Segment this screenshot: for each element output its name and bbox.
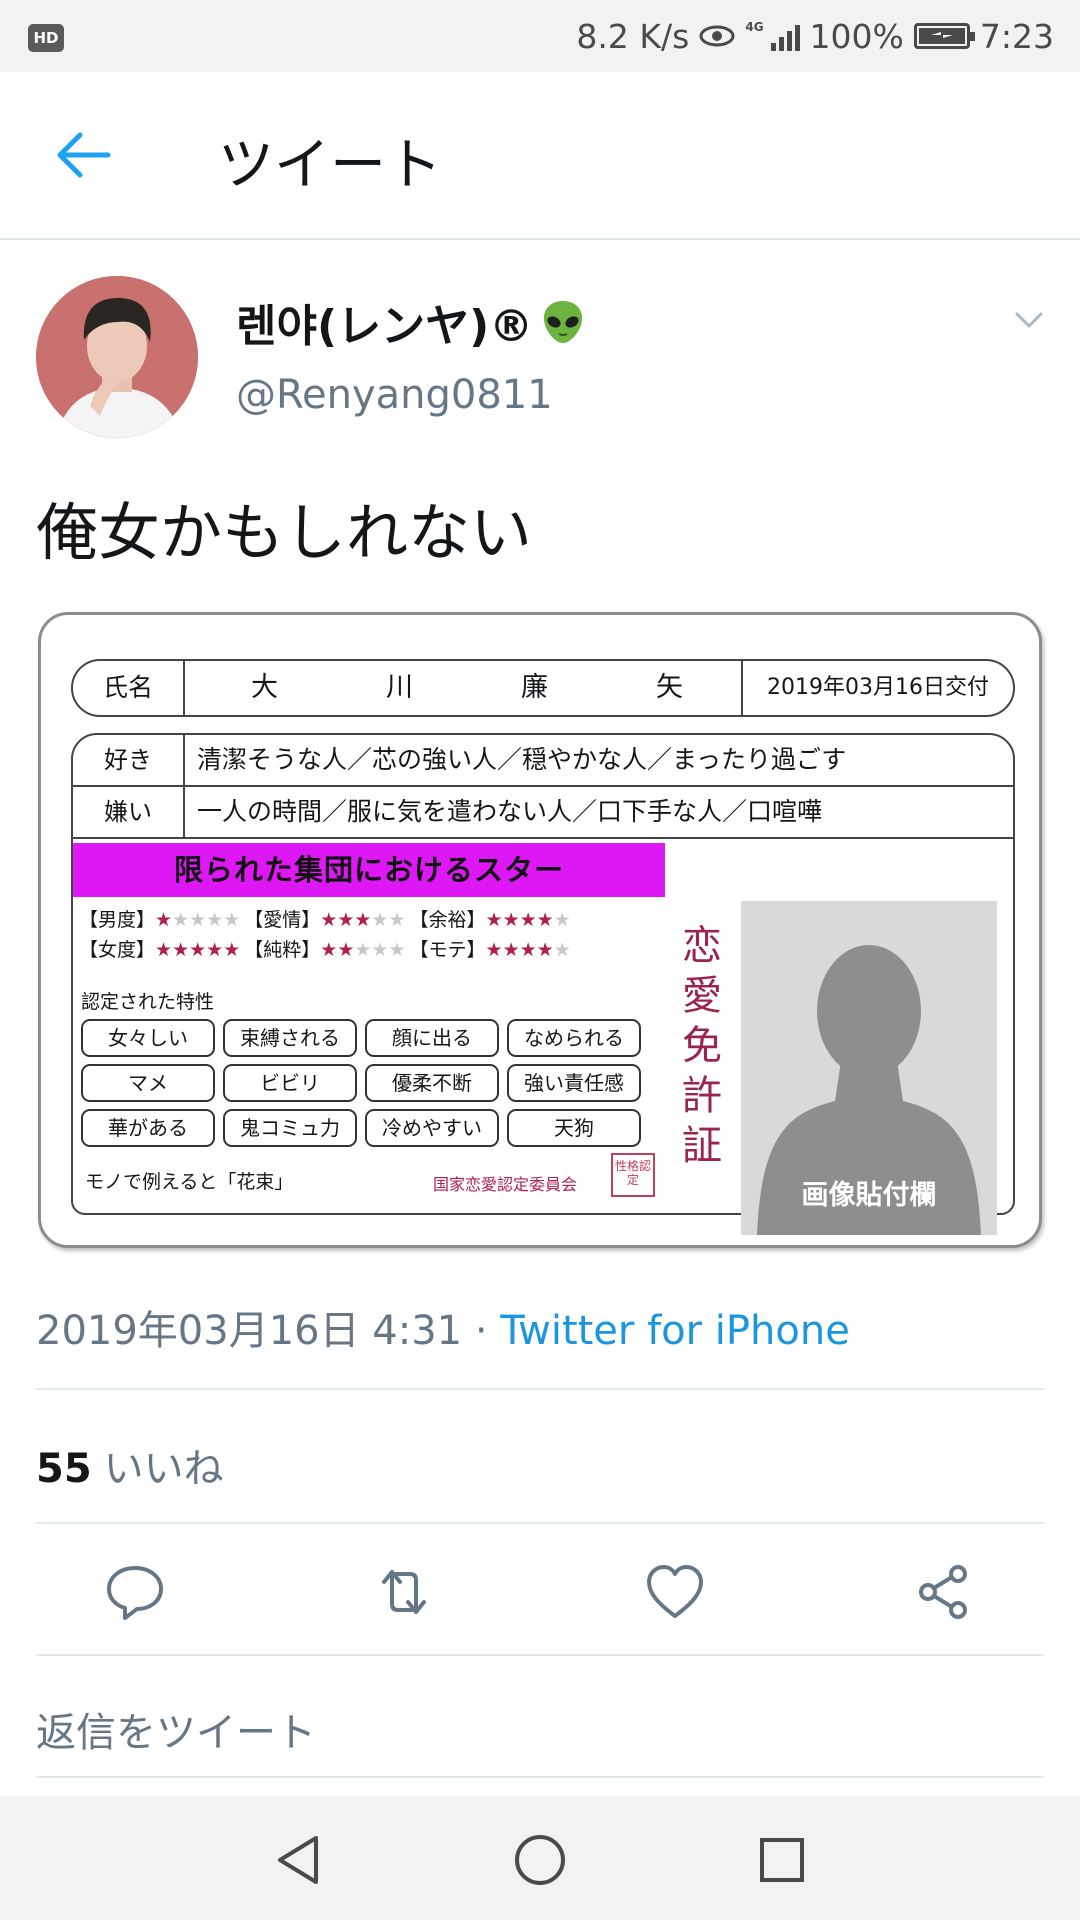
rating-item: 【純粋】★★★★★: [244, 935, 405, 965]
reply-input[interactable]: 返信をツイート: [36, 1700, 316, 1758]
rating-stars: ★★★★★: [320, 939, 406, 961]
back-arrow-icon[interactable]: [56, 130, 112, 180]
dislikes-row: 嫌い 一人の時間／服に気を遣わない人／口下手な人／口喧嘩: [73, 787, 1013, 839]
rating-stars: ★★★★★: [155, 909, 241, 931]
photo-label: 画像貼付欄: [801, 1180, 937, 1211]
rating-item: 【愛情】★★★★★: [244, 905, 405, 935]
eye-comfort-icon: [699, 25, 735, 47]
rating-label: 【女度】: [79, 939, 156, 961]
issue-date: 2019年03月16日交付: [741, 661, 1013, 715]
heart-icon[interactable]: [643, 1560, 707, 1624]
rating-label: 【男度】: [79, 909, 156, 931]
trait-tag: 強い責任感: [507, 1064, 641, 1102]
signal-icon: 4G: [745, 21, 800, 51]
app-bar: ツイート: [0, 72, 1080, 240]
rating-label: 【モテ】: [409, 939, 486, 961]
rating-stars: ★★★★★: [155, 939, 241, 961]
trait-tag: 束縛される: [223, 1019, 357, 1057]
meta-separator: ·: [474, 1308, 488, 1354]
navigation-bar: [0, 1796, 1080, 1920]
nav-back-icon[interactable]: [270, 1832, 326, 1888]
traits-label: 認定された特性: [81, 991, 215, 1013]
trait-tag: ビビリ: [223, 1064, 357, 1102]
tweet-text: 俺女かもしれない: [36, 496, 533, 569]
clock: 7:23: [979, 16, 1054, 56]
rating-label: 【愛情】: [244, 909, 321, 931]
divider: [36, 1522, 1044, 1524]
trait-tag: 鬼コミュ力: [223, 1109, 357, 1147]
retweet-icon[interactable]: [372, 1560, 436, 1624]
photo-placeholder: 画像貼付欄: [741, 901, 997, 1235]
battery-icon: [913, 23, 975, 49]
trait-tag: 華がある: [81, 1109, 215, 1147]
rating-label: 【純粋】: [244, 939, 321, 961]
likes-label: 好き: [73, 735, 185, 785]
license-body: 好き 清潔そうな人／芯の強い人／穏やかな人／まったり過ごす 嫌い 一人の時間／服…: [71, 733, 1015, 1235]
likes-row: 好き 清潔そうな人／芯の強い人／穏やかな人／まったり過ごす: [73, 735, 1013, 787]
nav-recents-icon[interactable]: [754, 1832, 810, 1888]
trait-tag: 優柔不断: [365, 1064, 499, 1102]
mono-example: モノで例えると「花束」: [85, 1171, 294, 1193]
trait-tag: マメ: [81, 1064, 215, 1102]
trait-tag: 女々しい: [81, 1019, 215, 1057]
rating-item: 【モテ】★★★★★: [410, 935, 571, 965]
tweet-source-link[interactable]: Twitter for iPhone: [500, 1308, 850, 1354]
nav-home-icon[interactable]: [512, 1832, 568, 1888]
status-bar-right: 8.2 K/s 4G 100% 7:23: [566, 16, 1054, 56]
license-card: 氏名 大 川 廉 矢 2019年03月16日交付 好き 清潔そうな人／芯の強い人…: [71, 645, 1015, 1235]
divider: [36, 1388, 1044, 1390]
battery-percent: 100%: [809, 16, 904, 56]
name-label: 氏名: [73, 661, 185, 715]
page-title: ツイート: [218, 133, 442, 198]
rating-item: 【余裕】★★★★★: [410, 905, 571, 935]
chevron-down-icon[interactable]: [1014, 310, 1044, 330]
network-speed: 8.2 K/s: [576, 16, 690, 56]
rating-label: 【余裕】: [409, 909, 486, 931]
rating-stars: ★★★★★: [485, 939, 571, 961]
dislikes-label: 嫌い: [73, 787, 185, 837]
divider: [36, 1654, 1044, 1656]
likes-count: 55: [36, 1446, 92, 1492]
trait-tag: なめられる: [507, 1019, 641, 1057]
name-row: 氏名 大 川 廉 矢 2019年03月16日交付: [71, 659, 1015, 717]
display-name[interactable]: 렌야(レンヤ)®: [236, 290, 587, 354]
likes-stat[interactable]: 55 いいね: [36, 1436, 224, 1494]
tweet-image[interactable]: 氏名 大 川 廉 矢 2019年03月16日交付 好き 清潔そうな人／芯の強い人…: [38, 612, 1042, 1248]
committee-name: 国家恋愛認定委員会: [433, 1175, 578, 1194]
ratings-row-2: 【女度】★★★★★ 【純粋】★★★★★ 【モテ】★★★★★: [79, 935, 575, 965]
rating-item: 【男度】★★★★★: [79, 905, 240, 935]
hd-badge: HD: [28, 24, 64, 52]
vertical-title: 恋 愛 免 許 証: [682, 923, 722, 1169]
status-bar: HD 8.2 K/s 4G 100% 7:23: [0, 0, 1080, 72]
tweet-timestamp: 2019年03月16日 4:31 · Twitter for iPhone: [36, 1298, 850, 1356]
tweet-actions: [0, 1560, 1080, 1632]
trait-tag: 顔に出る: [365, 1019, 499, 1057]
avatar[interactable]: [36, 276, 198, 438]
likes-label: いいね: [103, 1446, 224, 1492]
rating-stars: ★★★★★: [485, 909, 571, 931]
reply-icon[interactable]: [103, 1560, 167, 1624]
rating-stars: ★★★★★: [320, 909, 406, 931]
name-value: 大 川 廉 矢: [251, 672, 683, 703]
rating-item: 【女度】★★★★★: [79, 935, 240, 965]
likes-value: 清潔そうな人／芯の強い人／穏やかな人／まったり過ごす: [197, 745, 847, 774]
divider: [36, 1776, 1044, 1778]
tweet-date: 2019年03月16日 4:31: [36, 1308, 463, 1354]
ratings-row-1: 【男度】★★★★★ 【愛情】★★★★★ 【余裕】★★★★★: [79, 905, 575, 935]
dislikes-value: 一人の時間／服に気を遣わない人／口下手な人／口喧嘩: [197, 797, 823, 826]
user-handle[interactable]: @Renyang0811: [236, 372, 553, 418]
title-banner: 限られた集団におけるスター: [73, 843, 665, 897]
seal-stamp: 性格認定: [611, 1153, 655, 1197]
alien-emoji-icon: [544, 301, 583, 343]
trait-tag: 冷めやすい: [365, 1109, 499, 1147]
share-icon[interactable]: [912, 1560, 976, 1624]
trait-tag: 天狗: [507, 1109, 641, 1147]
